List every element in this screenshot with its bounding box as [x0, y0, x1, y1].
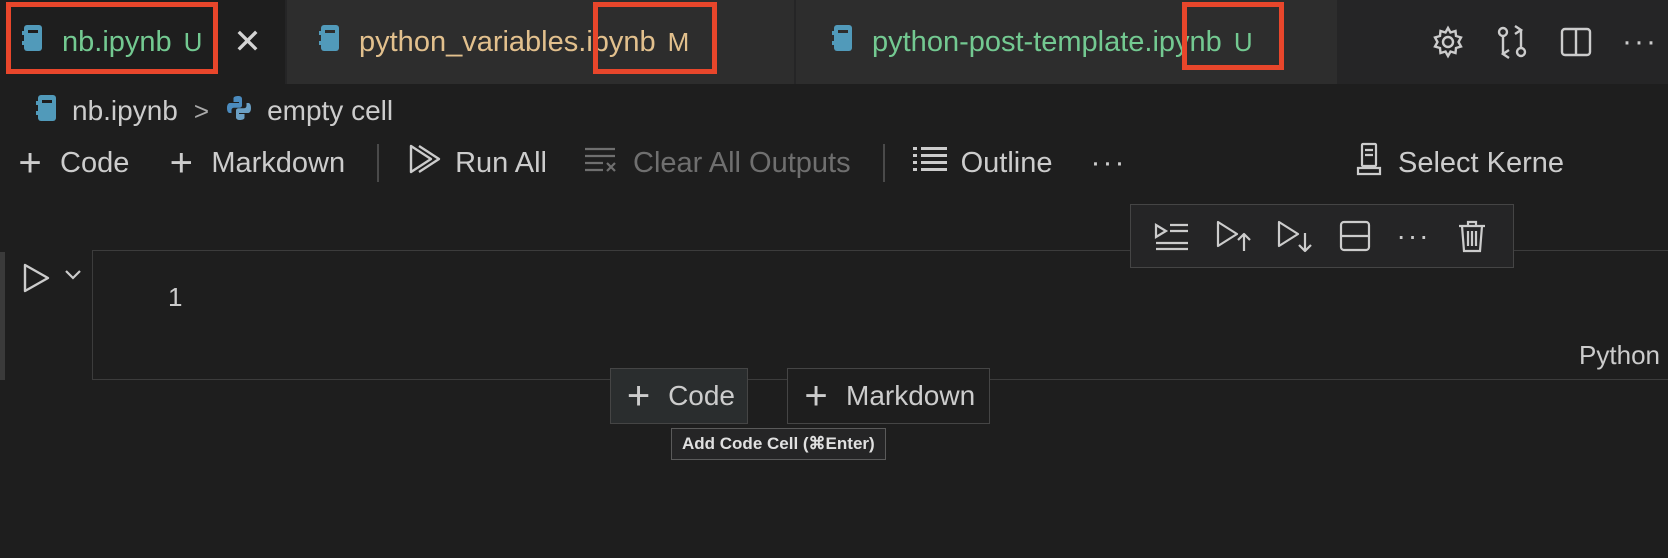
trash-icon[interactable] — [1453, 217, 1491, 255]
button-label: Run All — [455, 146, 547, 179]
notebook-file-icon — [22, 23, 44, 61]
compare-changes-icon[interactable] — [1494, 24, 1530, 60]
cell-focus-indicator — [0, 252, 5, 380]
gear-icon[interactable] — [1430, 24, 1466, 60]
run-all-icon — [407, 143, 441, 183]
code-cell-editor[interactable] — [92, 250, 1668, 380]
tab-python-variables[interactable]: python_variables.ipynb M — [287, 0, 795, 84]
breadcrumb-separator: > — [193, 95, 210, 126]
close-icon[interactable]: ✕ — [230, 22, 264, 62]
run-cell-icon[interactable] — [20, 262, 52, 294]
outline-icon — [912, 145, 947, 181]
plus-icon: + — [18, 141, 42, 185]
more-actions-icon[interactable]: ··· — [1622, 25, 1658, 59]
button-label: Markdown — [211, 146, 346, 179]
add-code-cell-button[interactable]: + Code — [14, 143, 129, 183]
run-all-button[interactable]: Run All — [407, 143, 547, 183]
plus-icon: + — [169, 141, 193, 185]
notebook-file-icon — [36, 93, 58, 130]
breadcrumb-cell[interactable]: empty cell — [267, 95, 393, 127]
notebook-file-icon — [832, 23, 854, 61]
tab-python-post-template[interactable]: python-post-template.ipynb U — [796, 0, 1338, 84]
more-actions-icon[interactable]: ··· — [1091, 146, 1127, 180]
breadcrumb: nb.ipynb > empty cell — [36, 88, 393, 134]
line-number: 1 — [168, 282, 183, 312]
editor-actions: ··· — [1430, 0, 1668, 84]
git-status-badge: U — [183, 26, 203, 57]
toolbar-divider — [882, 144, 885, 182]
outline-button[interactable]: Outline — [912, 145, 1053, 181]
button-label: Code — [60, 146, 130, 179]
run-below-icon[interactable] — [1275, 217, 1313, 255]
git-status-badge: U — [1233, 26, 1253, 57]
insert-markdown-cell-button[interactable]: + Markdown — [787, 368, 990, 424]
add-markdown-cell-button[interactable]: + Markdown — [165, 143, 345, 183]
notebook-file-icon — [319, 23, 341, 61]
tab-filename: python-post-template.ipynb — [872, 25, 1222, 58]
split-editor-icon[interactable] — [1558, 24, 1594, 60]
button-label: Select Kerne — [1398, 146, 1565, 179]
run-above-icon[interactable] — [1214, 217, 1252, 255]
toolbar-divider — [377, 144, 380, 182]
button-label: Code — [668, 380, 735, 411]
cell-language-label[interactable]: Python — [1579, 340, 1660, 371]
tab-filename: nb.ipynb — [62, 25, 172, 58]
breadcrumb-file[interactable]: nb.ipynb — [72, 95, 178, 127]
plus-icon: + — [804, 374, 828, 418]
button-label: Outline — [960, 146, 1053, 179]
button-label: Clear All Outputs — [633, 146, 851, 179]
tab-filename: python_variables.ipynb — [359, 25, 656, 58]
select-kernel-button[interactable]: Select Kerne — [1354, 141, 1564, 185]
clear-all-outputs-button[interactable]: Clear All Outputs — [583, 145, 851, 181]
insert-code-cell-button[interactable]: + Code — [610, 368, 748, 424]
python-icon — [225, 94, 253, 129]
tooltip: Add Code Cell (⌘Enter) — [671, 428, 886, 460]
button-label: Markdown — [846, 380, 976, 411]
cell-toolbar: ··· — [1130, 204, 1514, 268]
split-cell-icon[interactable] — [1336, 217, 1374, 255]
git-status-badge: M — [667, 26, 690, 57]
clear-all-icon — [583, 145, 619, 181]
editor-tab-bar: nb.ipynb U ✕ python_variables.ipynb M py… — [0, 0, 1668, 84]
more-actions-icon[interactable]: ··· — [1397, 220, 1431, 252]
notebook-toolbar: + Code + Markdown Run All Clear All Outp… — [0, 138, 1668, 188]
execute-above-icon[interactable] — [1153, 217, 1191, 255]
chevron-down-icon[interactable] — [62, 264, 84, 286]
plus-icon: + — [626, 374, 651, 418]
tab-nb-ipynb[interactable]: nb.ipynb U ✕ — [0, 0, 286, 84]
kernel-icon — [1354, 141, 1384, 185]
